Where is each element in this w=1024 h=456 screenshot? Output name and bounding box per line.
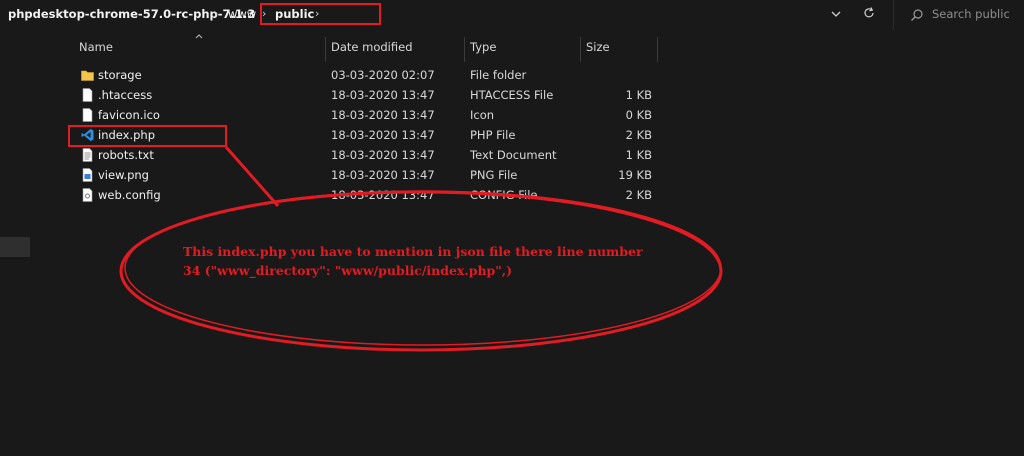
file-name: robots.txt xyxy=(98,148,154,162)
annotation-text: This index.php you have to mention in js… xyxy=(183,244,643,278)
column-header-size[interactable]: Size xyxy=(586,40,610,54)
file-row-robots[interactable]: robots.txt 18-03-2020 13:47 Text Documen… xyxy=(78,145,658,165)
search-icon xyxy=(911,9,923,21)
breadcrumb-item-www[interactable]: www xyxy=(228,7,256,21)
file-icon xyxy=(82,88,93,102)
file-row-htaccess[interactable]: .htaccess 18-03-2020 13:47 HTACCESS File… xyxy=(78,85,658,105)
file-name: .htaccess xyxy=(98,88,153,102)
highlight-box-index-php xyxy=(68,125,227,147)
file-size: 19 KB xyxy=(618,168,652,182)
file-date: 18-03-2020 13:47 xyxy=(331,148,435,162)
folder-icon xyxy=(81,70,94,81)
file-type: Icon xyxy=(470,108,495,122)
config-file-icon xyxy=(82,188,93,202)
search-input[interactable]: Search public xyxy=(932,7,1010,21)
file-row-web-config[interactable]: web.config 18-03-2020 13:47 CONFIG File … xyxy=(78,185,658,205)
column-divider[interactable] xyxy=(657,37,658,62)
sort-ascending-icon xyxy=(195,34,203,39)
file-type: PNG File xyxy=(470,168,518,182)
file-type: PHP File xyxy=(470,128,516,142)
column-divider[interactable] xyxy=(464,37,465,62)
column-header-date[interactable]: Date modified xyxy=(331,40,413,54)
file-name: view.png xyxy=(98,168,149,182)
file-date: 18-03-2020 13:47 xyxy=(331,88,435,102)
file-row-view-png[interactable]: view.png 18-03-2020 13:47 PNG File 19 KB xyxy=(78,165,658,185)
file-row-storage[interactable]: storage 03-03-2020 02:07 File folder xyxy=(78,65,658,85)
file-date: 18-03-2020 13:47 xyxy=(331,108,435,122)
navigation-pane[interactable] xyxy=(0,30,60,456)
column-header-name[interactable]: Name xyxy=(79,40,113,54)
file-date: 18-03-2020 13:47 xyxy=(331,168,435,182)
file-size: 1 KB xyxy=(625,88,652,102)
file-date: 18-03-2020 13:47 xyxy=(331,188,435,202)
address-bar: phpdesktop-chrome-57.0-rc-php-7.1.3 › ww… xyxy=(0,0,1024,30)
file-type: File folder xyxy=(470,68,527,82)
breadcrumb-separator-icon[interactable]: › xyxy=(214,7,218,20)
column-header-type[interactable]: Type xyxy=(470,40,496,54)
file-name: storage xyxy=(98,68,142,82)
column-divider[interactable] xyxy=(580,37,581,62)
file-size: 2 KB xyxy=(625,128,652,142)
file-date: 18-03-2020 13:47 xyxy=(331,128,435,142)
breadcrumb[interactable]: phpdesktop-chrome-57.0-rc-php-7.1.3 › ww… xyxy=(0,0,885,30)
image-file-icon xyxy=(82,168,93,182)
file-name: favicon.ico xyxy=(98,108,160,122)
text-file-icon xyxy=(82,148,93,162)
file-date: 03-03-2020 02:07 xyxy=(331,68,435,82)
file-type: HTACCESS File xyxy=(470,88,554,102)
file-size: 0 KB xyxy=(625,108,652,122)
file-size: 2 KB xyxy=(625,188,652,202)
file-name: web.config xyxy=(98,188,161,202)
column-divider[interactable] xyxy=(325,37,326,62)
file-type: CONFIG File xyxy=(470,188,538,202)
refresh-icon[interactable] xyxy=(862,6,876,20)
file-type: Text Document xyxy=(470,148,557,162)
file-row-favicon[interactable]: favicon.ico 18-03-2020 13:47 Icon 0 KB xyxy=(78,105,658,125)
chevron-down-icon[interactable] xyxy=(829,7,843,21)
file-icon xyxy=(82,108,93,122)
file-size: 1 KB xyxy=(625,148,652,162)
nav-selected-item[interactable] xyxy=(0,237,30,257)
highlight-box-public xyxy=(260,3,381,25)
